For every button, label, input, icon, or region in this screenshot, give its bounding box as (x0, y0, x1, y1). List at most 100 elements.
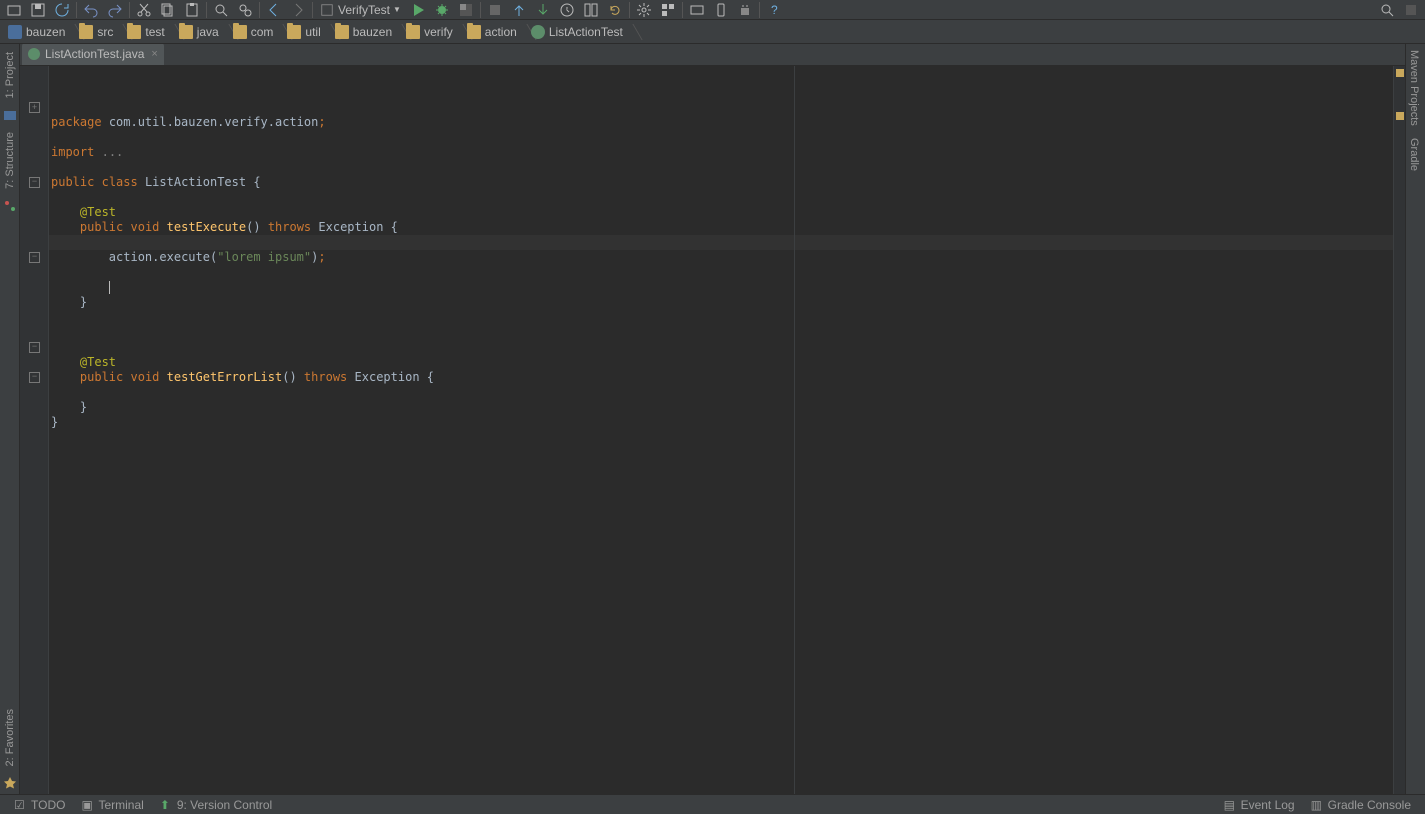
fold-expand-icon[interactable]: + (29, 102, 40, 113)
folder-icon (406, 25, 420, 39)
separator (259, 2, 260, 18)
breadcrumb-bauzen-pkg[interactable]: bauzen (331, 21, 402, 43)
back-icon[interactable] (262, 0, 286, 20)
stop-icon[interactable] (483, 0, 507, 20)
redo-icon[interactable] (103, 0, 127, 20)
warning-marker[interactable] (1396, 112, 1404, 120)
notifications-icon[interactable] (1399, 0, 1423, 20)
separator (629, 2, 630, 18)
breadcrumb-verify[interactable]: verify (402, 21, 463, 43)
fold-collapse-icon[interactable]: − (29, 342, 40, 353)
gutter[interactable]: + − − − − (20, 66, 49, 794)
event-log-button[interactable]: ▤Event Log (1216, 798, 1303, 812)
replace-icon[interactable] (233, 0, 257, 20)
breadcrumb-java[interactable]: java (175, 21, 229, 43)
folder-icon (467, 25, 481, 39)
cut-icon[interactable] (132, 0, 156, 20)
event-log-icon: ▤ (1224, 798, 1237, 811)
help-icon[interactable]: ? (762, 0, 786, 20)
breadcrumb-src[interactable]: src (75, 21, 123, 43)
breadcrumb-test[interactable]: test (123, 21, 174, 43)
structure-tool-icon[interactable] (3, 199, 17, 213)
error-stripe[interactable] (1393, 66, 1405, 794)
fold-collapse-icon[interactable]: − (29, 252, 40, 263)
maven-tool-button[interactable]: Maven Projects (1406, 44, 1422, 132)
vcs-diff-icon[interactable] (579, 0, 603, 20)
close-tab-icon[interactable]: × (151, 48, 157, 60)
separator (480, 2, 481, 18)
project-tool-button[interactable]: 1: Project (4, 46, 16, 104)
class-icon (531, 25, 545, 39)
breadcrumb-util[interactable]: util (283, 21, 330, 43)
module-icon (8, 25, 22, 39)
editor-tab-active[interactable]: ListActionTest.java × (22, 44, 164, 65)
undo-icon[interactable] (79, 0, 103, 20)
folder-icon (335, 25, 349, 39)
run-config-selector[interactable]: VerifyTest ▼ (315, 0, 406, 20)
coverage-icon[interactable] (454, 0, 478, 20)
copy-icon[interactable] (156, 0, 180, 20)
terminal-icon: ▣ (81, 798, 94, 811)
vcs-tool-button[interactable]: ⬆9: Version Control (152, 798, 280, 812)
main-area: 1: Project 7: Structure 2: Favorites Lis… (0, 44, 1425, 794)
vcs-revert-icon[interactable] (603, 0, 627, 20)
avd-manager-icon[interactable] (709, 0, 733, 20)
paste-icon[interactable] (180, 0, 204, 20)
folder-icon (79, 25, 93, 39)
gradle-console-button[interactable]: ▥Gradle Console (1303, 798, 1419, 812)
breadcrumb-class[interactable]: ListActionTest (527, 21, 633, 43)
right-margin-line (794, 66, 795, 794)
svg-text:?: ? (771, 3, 778, 17)
vcs-commit-icon[interactable] (531, 0, 555, 20)
breadcrumb-action[interactable]: action (463, 21, 527, 43)
vcs-history-icon[interactable] (555, 0, 579, 20)
folder-icon (127, 25, 141, 39)
gradle-console-icon: ▥ (1311, 798, 1324, 811)
class-icon (28, 48, 40, 60)
separator (682, 2, 683, 18)
debug-icon[interactable] (430, 0, 454, 20)
tab-title: ListActionTest.java (45, 47, 144, 61)
editor-area: ListActionTest.java × + − − − − package … (20, 44, 1405, 794)
project-tool-icon[interactable] (3, 108, 17, 122)
vcs-icon: ⬆ (160, 798, 173, 811)
settings-icon[interactable] (632, 0, 656, 20)
search-everywhere-icon[interactable] (1375, 0, 1399, 20)
todo-icon: ☑ (14, 798, 27, 811)
favorites-tool-icon[interactable] (3, 776, 17, 790)
left-tool-strip: 1: Project 7: Structure 2: Favorites (0, 44, 20, 794)
separator (206, 2, 207, 18)
text-cursor (109, 281, 110, 294)
editor-tabs: ListActionTest.java × (20, 44, 1405, 66)
folder-icon (179, 25, 193, 39)
folder-icon (233, 25, 247, 39)
structure-tool-button[interactable]: 7: Structure (4, 126, 16, 195)
todo-tool-button[interactable]: ☑TODO (6, 798, 73, 812)
folder-icon (287, 25, 301, 39)
android-icon[interactable] (733, 0, 757, 20)
forward-icon[interactable] (286, 0, 310, 20)
right-tool-strip: Maven Projects Gradle (1405, 44, 1425, 794)
project-structure-icon[interactable] (656, 0, 680, 20)
separator (312, 2, 313, 18)
terminal-tool-button[interactable]: ▣Terminal (73, 798, 151, 812)
save-icon[interactable] (26, 0, 50, 20)
gradle-tool-button[interactable]: Gradle (1406, 132, 1422, 177)
run-icon[interactable] (406, 0, 430, 20)
code-editor[interactable]: + − − − − package com.util.bauzen.verify… (20, 66, 1405, 794)
fold-collapse-icon[interactable]: − (29, 372, 40, 383)
breadcrumb-bauzen[interactable]: bauzen (4, 21, 75, 43)
vcs-update-icon[interactable] (507, 0, 531, 20)
favorites-tool-button[interactable]: 2: Favorites (4, 703, 16, 772)
breadcrumb-com[interactable]: com (229, 21, 284, 43)
code-content[interactable]: package com.util.bauzen.verify.action; i… (49, 66, 1393, 794)
separator (759, 2, 760, 18)
sync-icon[interactable] (50, 0, 74, 20)
find-icon[interactable] (209, 0, 233, 20)
main-toolbar: VerifyTest ▼ ? (0, 0, 1425, 20)
sdk-manager-icon[interactable] (685, 0, 709, 20)
warning-marker[interactable] (1396, 69, 1404, 77)
fold-collapse-icon[interactable]: − (29, 177, 40, 188)
open-icon[interactable] (2, 0, 26, 20)
status-bar: ☑TODO ▣Terminal ⬆9: Version Control ▤Eve… (0, 794, 1425, 814)
